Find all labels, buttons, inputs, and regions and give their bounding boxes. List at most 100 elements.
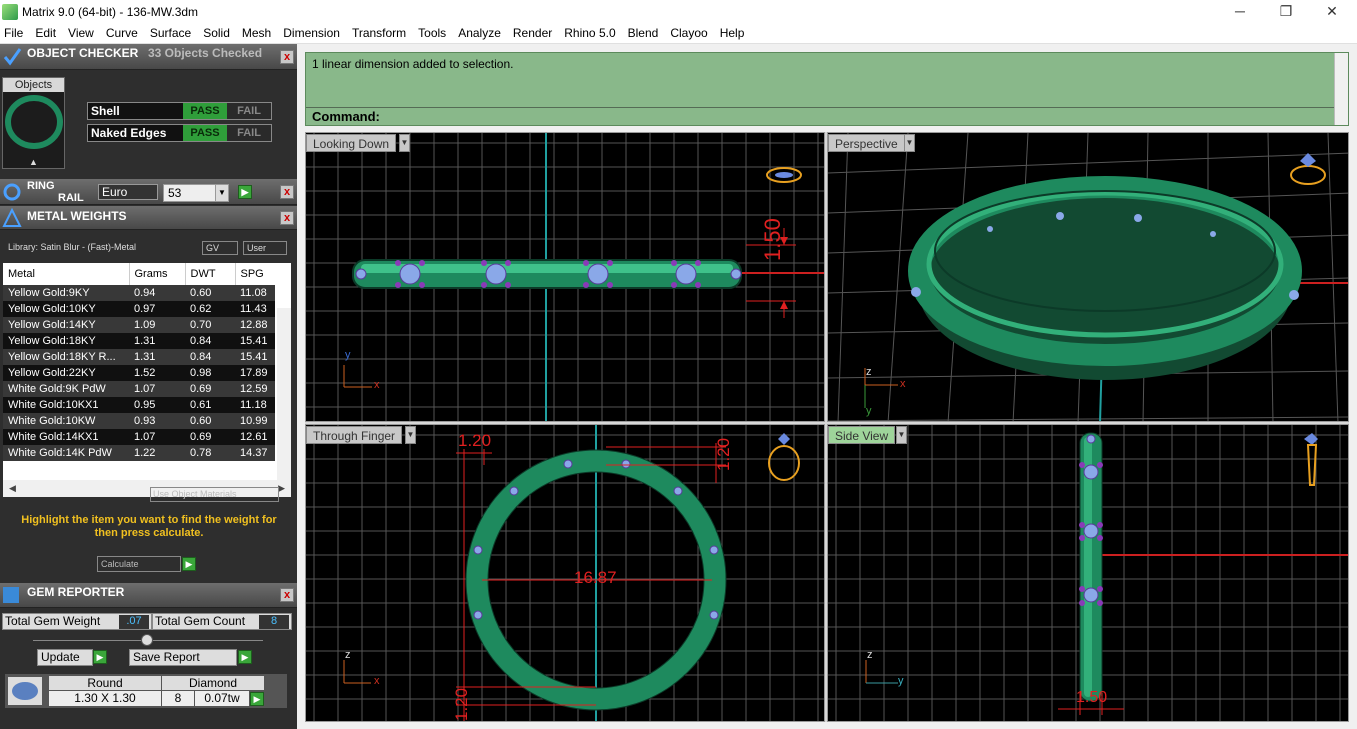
gv-toggle[interactable]: GV xyxy=(202,241,238,255)
table-row[interactable]: Yellow Gold:18KY 1.31 0.84 15.41 xyxy=(3,333,275,349)
dim-width-front[interactable]: 1.20 xyxy=(458,431,491,451)
gem-go-icon[interactable]: ▶ xyxy=(250,692,264,706)
table-row[interactable]: White Gold:9K PdW 1.07 0.69 12.59 xyxy=(3,381,275,397)
viewport-looking-down[interactable]: 1.50 y x Looking Down ▼ xyxy=(305,132,825,422)
command-prompt[interactable]: Command: xyxy=(312,109,380,124)
update-go-icon[interactable]: ▶ xyxy=(93,650,107,664)
table-row[interactable]: Yellow Gold:10KY 0.97 0.62 11.43 xyxy=(3,301,275,317)
ring-size-select[interactable]: 53 xyxy=(163,184,219,202)
viewports: 1.50 y x Looking Down ▼ z x y Perspectiv… xyxy=(305,132,1349,722)
viewport-label-perspective[interactable]: Perspective xyxy=(828,134,905,152)
menu-edit[interactable]: Edit xyxy=(35,26,56,40)
save-report-go-icon[interactable]: ▶ xyxy=(238,650,252,664)
metal-weights-icon xyxy=(2,208,22,227)
table-row[interactable]: Yellow Gold:18KY R... 1.31 0.84 15.41 xyxy=(3,349,275,365)
calculate-button[interactable]: Calculate xyxy=(97,556,181,572)
ring-title: RING xyxy=(27,180,55,192)
ring-thumbnail-icon xyxy=(5,95,63,149)
axis-z-label: z xyxy=(866,366,872,378)
axis-z-label: z xyxy=(345,649,351,661)
calculate-go-icon[interactable]: ▶ xyxy=(182,557,196,571)
menu-blend[interactable]: Blend xyxy=(628,26,659,40)
shell-label: Shell xyxy=(91,104,120,118)
viewport-menu-icon[interactable]: ▼ xyxy=(904,134,915,152)
menu-analyze[interactable]: Analyze xyxy=(458,26,501,40)
metal-table: Metal Grams DWT SPG Yellow Gold:9KY 0.94 0.60… xyxy=(3,263,291,497)
menu-rhino[interactable]: Rhino 5.0 xyxy=(564,26,615,40)
scroll-left-icon[interactable]: ◀ xyxy=(9,480,16,497)
gem-slider-handle[interactable] xyxy=(141,634,153,646)
dim-thickness-side[interactable]: 1.50 xyxy=(1076,689,1107,707)
table-row[interactable]: Yellow Gold:22KY 1.52 0.98 17.89 xyxy=(3,365,275,381)
gem-size: 1.30 X 1.30 xyxy=(49,691,161,706)
library-label: Library: Satin Blur - (Fast)-Metal xyxy=(8,242,137,252)
table-row[interactable]: White Gold:14K PdW 1.22 0.78 14.37 xyxy=(3,445,275,461)
viewport-label-through-finger[interactable]: Through Finger xyxy=(306,426,403,444)
object-checker-close-icon[interactable]: x xyxy=(280,50,294,64)
left-panel: OBJECT CHECKER 33 Objects Checked x Obje… xyxy=(0,44,297,729)
viewport-label-looking-down[interactable]: Looking Down xyxy=(306,134,397,152)
viewport-menu-icon[interactable]: ▼ xyxy=(399,134,410,152)
update-button[interactable]: Update xyxy=(37,649,93,666)
viewport-menu-icon[interactable]: ▼ xyxy=(405,426,416,444)
vertical-scrollbar[interactable] xyxy=(277,308,291,494)
scroll-up-icon[interactable]: ▲ xyxy=(3,157,64,167)
table-row[interactable]: Yellow Gold:9KY 0.94 0.60 11.08 xyxy=(3,285,275,301)
minimize-button[interactable]: ─ xyxy=(1217,0,1263,23)
col-spg[interactable]: SPG xyxy=(235,263,275,285)
viewport-side-view[interactable]: 1.50 z y Side View ▼ xyxy=(827,424,1349,722)
table-row[interactable]: White Gold:14KX1 1.07 0.69 12.61 xyxy=(3,429,275,445)
object-checker-header: OBJECT CHECKER 33 Objects Checked x xyxy=(0,44,297,70)
col-dwt[interactable]: DWT xyxy=(185,263,236,285)
objects-checked-count: 33 Objects Checked xyxy=(148,46,263,60)
menu-mesh[interactable]: Mesh xyxy=(242,26,271,40)
restore-button[interactable]: ❐ xyxy=(1263,0,1309,23)
shell-check-row: Shell PASS FAIL xyxy=(87,102,272,120)
viewport-menu-icon[interactable]: ▼ xyxy=(896,426,907,444)
gem-reporter-close-icon[interactable]: x xyxy=(280,588,294,602)
menu-curve[interactable]: Curve xyxy=(106,26,138,40)
axis-x-label: x xyxy=(374,379,380,391)
objects-preview[interactable]: Objects ▲ xyxy=(2,77,65,169)
gem-material: Diamond xyxy=(162,676,264,690)
menu-dimension[interactable]: Dimension xyxy=(283,26,340,40)
rail-title: RAIL xyxy=(58,192,84,204)
ring-icon xyxy=(3,183,21,201)
metal-weights-close-icon[interactable]: x xyxy=(280,211,294,225)
table-row[interactable]: White Gold:10KW 0.93 0.60 10.99 xyxy=(3,413,275,429)
dim-inner-diameter[interactable]: 16.87 xyxy=(574,568,617,588)
table-row[interactable]: White Gold:10KX1 0.95 0.61 11.18 xyxy=(3,397,275,413)
ring-standard-select[interactable]: Euro xyxy=(98,184,158,200)
viewport-label-side-view[interactable]: Side View xyxy=(828,426,896,444)
dim-gem-front[interactable]: 1.20 xyxy=(714,438,734,471)
command-area: 1 linear dimension added to selection. C… xyxy=(305,52,1349,126)
menu-clayoo[interactable]: Clayoo xyxy=(670,26,707,40)
menu-solid[interactable]: Solid xyxy=(203,26,230,40)
table-row[interactable]: Yellow Gold:14KY 1.09 0.70 12.88 xyxy=(3,317,275,333)
dim-thickness-top[interactable]: 1.50 xyxy=(760,218,786,261)
use-object-materials-button[interactable]: Use Object Materials xyxy=(150,487,279,502)
ring-rail-close-icon[interactable]: x xyxy=(280,185,294,199)
col-grams[interactable]: Grams xyxy=(129,263,186,285)
col-metal[interactable]: Metal xyxy=(3,263,130,285)
scroll-right-icon[interactable]: ▶ xyxy=(278,480,285,497)
menu-file[interactable]: File xyxy=(4,26,23,40)
viewport-through-finger[interactable]: 1.20 1.20 16.87 1.20 z x Through Finger … xyxy=(305,424,825,722)
viewport-perspective[interactable]: z x y Perspective ▼ xyxy=(827,132,1349,422)
menu-surface[interactable]: Surface xyxy=(150,26,191,40)
save-report-button[interactable]: Save Report xyxy=(129,649,237,666)
command-scrollbar[interactable] xyxy=(1334,53,1348,125)
ring-apply-button[interactable]: ▶ xyxy=(238,185,252,199)
chevron-down-icon[interactable]: ▼ xyxy=(215,184,229,202)
menu-tools[interactable]: Tools xyxy=(418,26,446,40)
gem-entry-row[interactable]: Round 1.30 X 1.30 Diamond 8 0.07tw ▶ xyxy=(5,674,287,708)
menu-help[interactable]: Help xyxy=(720,26,745,40)
command-history: 1 linear dimension added to selection. xyxy=(312,57,514,71)
menu-render[interactable]: Render xyxy=(513,26,552,40)
menu-transform[interactable]: Transform xyxy=(352,26,406,40)
total-count-value: 8 xyxy=(259,615,289,629)
menu-view[interactable]: View xyxy=(68,26,94,40)
close-button[interactable]: ✕ xyxy=(1309,0,1355,23)
user-toggle[interactable]: User xyxy=(243,241,287,255)
dim-bottom-front[interactable]: 1.20 xyxy=(452,688,472,721)
